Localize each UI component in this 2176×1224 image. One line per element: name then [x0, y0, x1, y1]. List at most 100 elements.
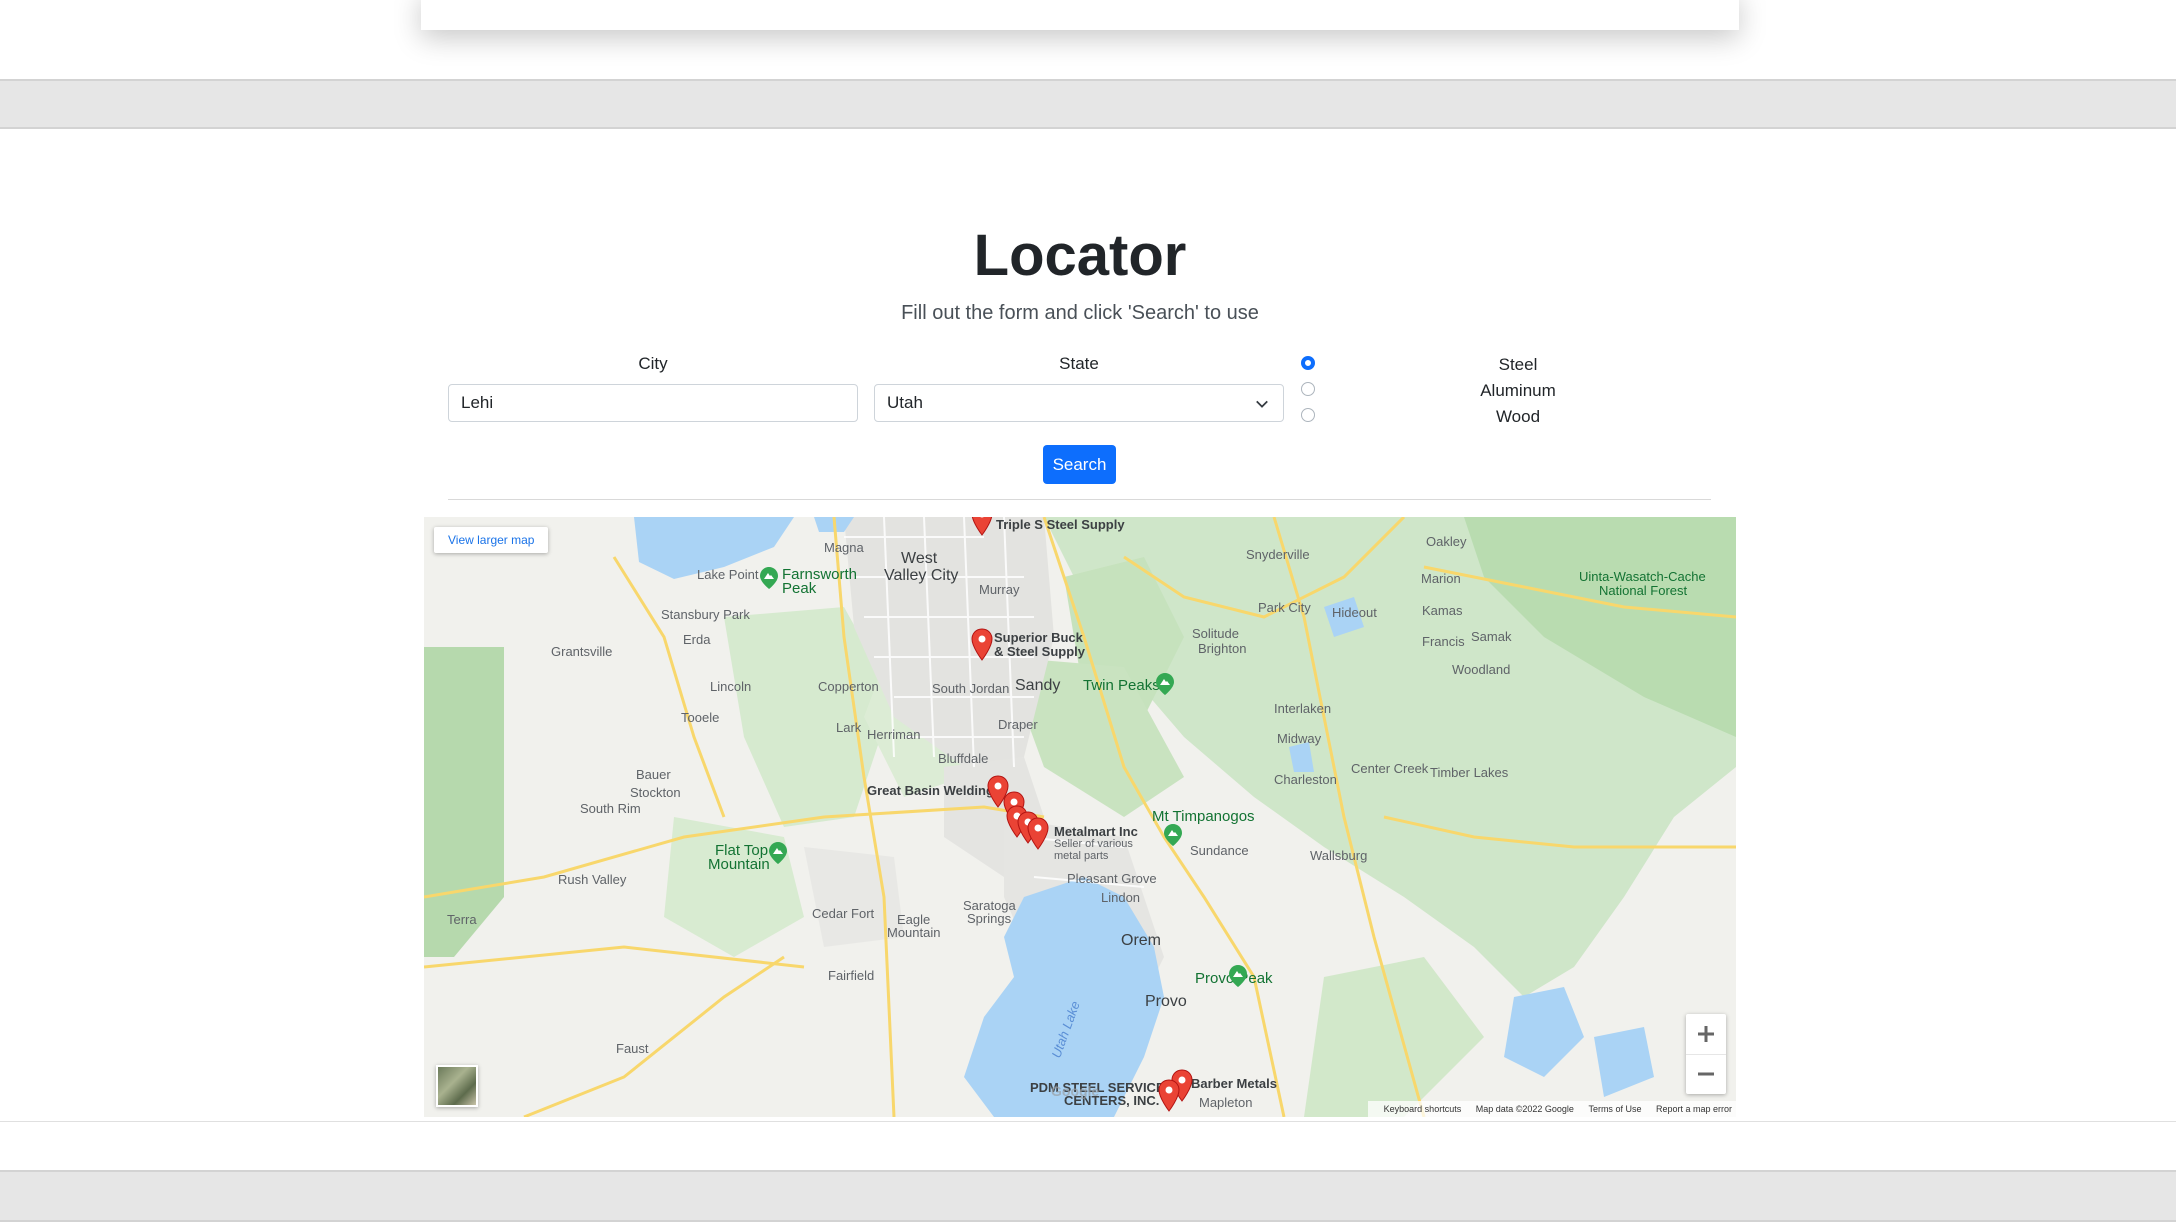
steel-label: Steel [1498, 355, 1538, 374]
business-sub-metalmart-1: Seller of various [1054, 838, 1133, 850]
map-label-oakley: Oakley [1426, 534, 1467, 549]
business-label-barber[interactable]: Barber Metals [1191, 1076, 1277, 1091]
map-label-solitude: Solitude [1192, 626, 1239, 641]
wood-label: Wood [1495, 407, 1541, 426]
google-logo: Google [1051, 1083, 1100, 1099]
map-label-mt-timpanogos: Mt Timpanogos [1152, 808, 1255, 825]
state-select[interactable]: Utah [874, 384, 1284, 422]
chevron-down-icon [1256, 400, 1268, 408]
map-label-magna: Magna [824, 540, 864, 555]
map-pin-icon[interactable] [1026, 817, 1050, 851]
zoom-in-icon[interactable] [1686, 1014, 1726, 1055]
map-label-twin-peaks: Twin Peaks [1083, 677, 1160, 694]
footer-separator-band [0, 1170, 2176, 1222]
map-label-center-creek: Center Creek [1351, 761, 1429, 776]
map-label-snyderville: Snyderville [1246, 547, 1310, 562]
zoom-control [1686, 1014, 1726, 1094]
business-label-metalmart[interactable]: Metalmart Inc [1054, 824, 1138, 839]
page-subtitle: Fill out the form and click 'Search' to … [901, 302, 1259, 324]
page-title: Locator [973, 223, 1187, 288]
form-divider [448, 499, 1711, 500]
map-label-west-valley-2: Valley City [884, 567, 959, 584]
map-pin-icon[interactable] [970, 517, 994, 537]
map-label-pleasant-grove: Pleasant Grove [1067, 871, 1157, 886]
view-larger-map-link[interactable]: View larger map [434, 527, 549, 553]
zoom-out-icon[interactable] [1686, 1054, 1726, 1094]
map-label-west-valley: West [901, 550, 938, 567]
business-label-superior-1[interactable]: Superior Buck [994, 630, 1083, 645]
map-label-uinta-2: National Forest [1599, 583, 1688, 598]
map-label-saratoga-2: Springs [967, 911, 1012, 926]
map-pin-icon[interactable] [1157, 1079, 1181, 1113]
city-label: City [638, 354, 668, 373]
map-embed[interactable]: Magna West Valley City Murray Snydervill… [424, 517, 1736, 1117]
map-terrain [424, 517, 1736, 1117]
map-label-hideout: Hideout [1332, 605, 1377, 620]
city-input[interactable] [448, 384, 858, 422]
map-label-kamas: Kamas [1422, 603, 1463, 618]
map-label-park-city: Park City [1258, 600, 1311, 615]
mountain-marker-icon [769, 842, 787, 864]
map-label-francis: Francis [1422, 634, 1465, 649]
map-label-flat-top-2: Mountain [708, 856, 770, 873]
business-label-superior-2[interactable]: & Steel Supply [994, 644, 1085, 659]
map-label-orem: Orem [1121, 932, 1161, 949]
map-label-terra: Terra [447, 912, 477, 927]
map-label-rush-valley: Rush Valley [558, 872, 627, 887]
map-label-cedar-fort: Cedar Fort [812, 906, 875, 921]
map-label-lindon: Lindon [1101, 890, 1141, 905]
map-label-wallsburg: Wallsburg [1310, 848, 1368, 863]
map-label-south-rim: South Rim [580, 801, 641, 816]
map-label-mapleton: Mapleton [1199, 1095, 1253, 1110]
map-label-stansbury: Stansbury Park [661, 607, 750, 622]
map-attribution: Keyboard shortcuts Map data ©2022 Google… [1367, 1101, 1736, 1117]
map-label-brighton: Brighton [1198, 641, 1247, 656]
map-label-south-jordan: South Jordan [932, 681, 1010, 696]
map-label-timber-lakes: Timber Lakes [1430, 765, 1509, 780]
business-label-great-basin[interactable]: Great Basin Welding [867, 783, 994, 798]
mountain-marker-icon [760, 567, 778, 589]
business-sub-metalmart-2: metal parts [1054, 850, 1109, 862]
map-label-copperton: Copperton [818, 679, 879, 694]
satellite-toggle-button[interactable] [436, 1065, 478, 1107]
map-label-faust: Faust [616, 1041, 649, 1056]
map-label-draper: Draper [998, 717, 1038, 732]
aluminum-radio[interactable] [1301, 382, 1315, 396]
steel-radio[interactable] [1301, 356, 1315, 370]
map-label-lark: Lark [836, 720, 862, 735]
map-label-sundance: Sundance [1190, 843, 1249, 858]
map-label-lincoln: Lincoln [710, 679, 752, 694]
map-label-tooele: Tooele [681, 710, 720, 725]
map-label-herriman: Herriman [867, 727, 921, 742]
map-label-uinta: Uinta-Wasatch-Cache [1579, 569, 1706, 584]
mountain-marker-icon [1164, 824, 1182, 846]
map-label-sandy: Sandy [1015, 677, 1061, 694]
map-label-stockton: Stockton [630, 785, 681, 800]
map-label-provo: Provo [1145, 993, 1187, 1010]
keyboard-shortcuts-link[interactable]: Keyboard shortcuts [1384, 1104, 1462, 1114]
map-label-eagle-mountain-2: Mountain [887, 925, 941, 940]
terms-of-use-link[interactable]: Terms of Use [1588, 1104, 1641, 1114]
map-label-midway: Midway [1277, 731, 1322, 746]
section-bottom-border [0, 1121, 2176, 1122]
section-separator-band [0, 79, 2176, 129]
map-label-farnsworth-2: Peak [782, 580, 817, 597]
previous-section-card [421, 0, 1739, 30]
state-label: State [1059, 354, 1099, 373]
map-label-grantsville: Grantsville [551, 644, 613, 659]
wood-radio[interactable] [1301, 408, 1315, 422]
map-label-charleston: Charleston [1274, 772, 1337, 787]
aluminum-label: Aluminum [1480, 381, 1556, 400]
mountain-marker-icon [1229, 965, 1247, 987]
report-map-error-link[interactable]: Report a map error [1656, 1104, 1732, 1114]
state-select-value: Utah [887, 393, 923, 412]
map-label-fairfield: Fairfield [828, 968, 875, 983]
map-label-erda: Erda [683, 632, 711, 647]
map-label-woodland: Woodland [1452, 662, 1511, 677]
business-label-triple-s[interactable]: Triple S Steel Supply [996, 517, 1125, 532]
map-pin-icon[interactable] [970, 628, 994, 662]
map-data-text: Map data ©2022 Google [1475, 1104, 1574, 1114]
search-button[interactable]: Search [1043, 445, 1116, 484]
map-label-murray: Murray [979, 582, 1020, 597]
map-label-marion: Marion [1421, 571, 1461, 586]
